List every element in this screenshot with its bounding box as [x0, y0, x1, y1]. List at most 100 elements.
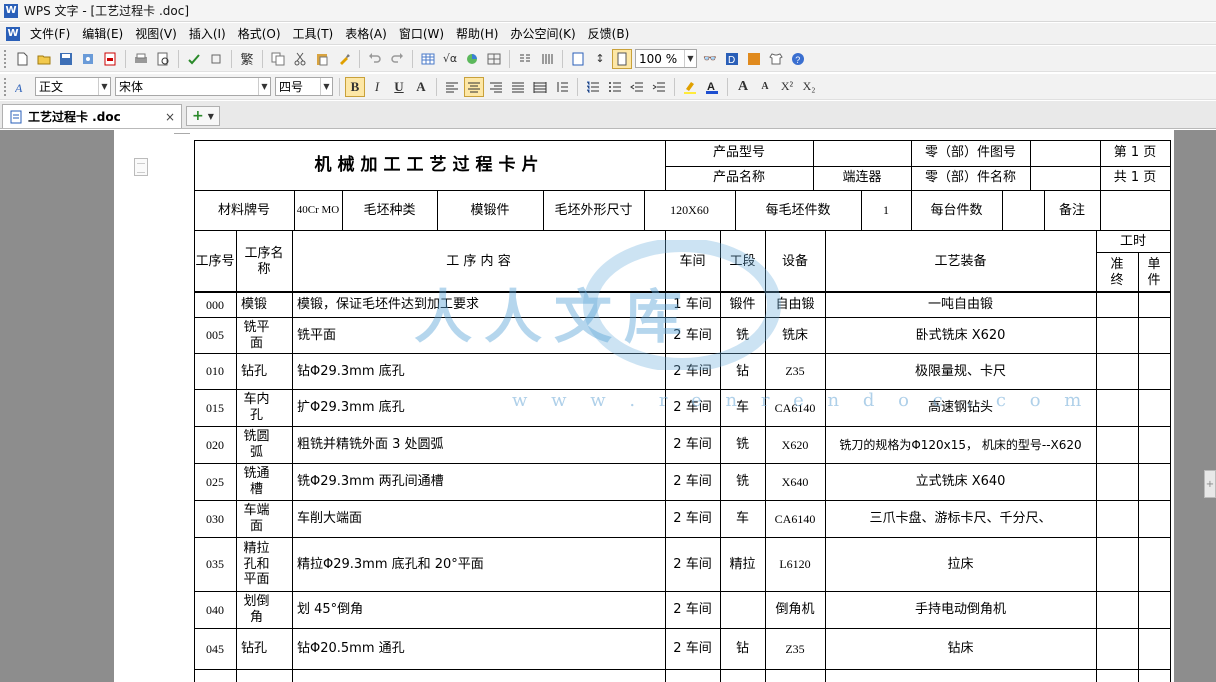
underline-button[interactable]: U	[389, 77, 409, 97]
subscript-button[interactable]: X₂	[799, 77, 819, 97]
font-color-icon: A	[706, 81, 718, 94]
format-painter-button[interactable]	[334, 49, 354, 69]
find-button[interactable]: 👓	[700, 49, 720, 69]
tshirt-button[interactable]	[766, 49, 786, 69]
numbering-button[interactable]	[583, 77, 603, 97]
row-process-no: 015	[206, 400, 224, 415]
menu-help[interactable]: 帮助(H)	[450, 25, 504, 42]
part-name-value[interactable]	[1030, 166, 1100, 190]
grid-line	[813, 140, 814, 190]
italic-button[interactable]: I	[367, 77, 387, 97]
cut-button[interactable]	[290, 49, 310, 69]
new-button[interactable]	[12, 49, 32, 69]
new-tab-button[interactable]: + ▼	[186, 106, 220, 126]
style-select[interactable]: 正文 ▼	[35, 77, 111, 96]
preview-icon	[157, 52, 169, 65]
template-button[interactable]	[744, 49, 764, 69]
menu-tools[interactable]: 工具(T)	[287, 25, 340, 42]
copy-button[interactable]	[268, 49, 288, 69]
highlight-button[interactable]	[680, 77, 700, 97]
grid-line	[194, 353, 1170, 354]
chart-button[interactable]	[462, 49, 482, 69]
toolbar-grip[interactable]	[4, 49, 8, 68]
columns-button[interactable]	[515, 49, 535, 69]
toolbar-grip[interactable]	[4, 77, 8, 96]
line-spacing-button[interactable]	[552, 77, 572, 97]
font-size-select[interactable]: 四号 ▼	[275, 77, 333, 96]
help-button[interactable]: ?	[788, 49, 808, 69]
align-center-button[interactable]	[464, 76, 484, 97]
product-name-value[interactable]: 端连器	[813, 166, 911, 190]
decrease-indent-button[interactable]	[627, 77, 647, 97]
save-button[interactable]	[56, 49, 76, 69]
undo-button[interactable]	[365, 49, 385, 69]
grid-line	[194, 669, 1170, 670]
insert-table-button[interactable]	[418, 49, 438, 69]
template-icon	[748, 52, 760, 65]
side-panel-handle[interactable]: +	[1204, 470, 1216, 498]
cut-icon	[294, 52, 306, 65]
open-button[interactable]	[34, 49, 54, 69]
grid-line	[194, 140, 1171, 141]
wps-window: W WPS 文字 - [工艺过程卡 .doc] W 文件(F) 编辑(E) 视图…	[0, 0, 1216, 682]
row-process-no: 005	[206, 328, 224, 343]
document-map-button[interactable]	[568, 49, 588, 69]
menu-feedback[interactable]: 反馈(B)	[582, 25, 636, 42]
preview-button[interactable]	[153, 49, 173, 69]
char-scale-button[interactable]: A	[411, 77, 431, 97]
remark-value[interactable]	[1100, 191, 1170, 230]
grid-button[interactable]	[484, 49, 504, 69]
justify-button[interactable]	[508, 77, 528, 97]
zoom-select[interactable]: 100 % ▼	[635, 49, 697, 68]
menu-format[interactable]: 格式(O)	[232, 25, 287, 42]
per-blank-value[interactable]: 1	[861, 191, 911, 230]
material-value[interactable]: 40Cr MO	[294, 191, 342, 230]
styles-button[interactable]: A	[12, 77, 32, 97]
font-select[interactable]: 宋体 ▼	[115, 77, 271, 96]
permission-button[interactable]	[78, 49, 98, 69]
format-button[interactable]	[206, 49, 226, 69]
row-process-name: 车内孔	[243, 392, 270, 423]
superscript-button[interactable]: X²	[777, 77, 797, 97]
spellcheck-button[interactable]	[184, 49, 204, 69]
blank-type-value[interactable]: 模锻件	[437, 191, 543, 230]
align-left-button[interactable]	[442, 77, 462, 97]
menu-insert[interactable]: 插入(I)	[183, 25, 232, 42]
redo-button[interactable]	[387, 49, 407, 69]
menu-app-icon[interactable]: W	[6, 26, 20, 41]
bullets-button[interactable]	[605, 77, 625, 97]
menu-office-space[interactable]: 办公空间(K)	[504, 25, 581, 42]
per-unit-value[interactable]	[1002, 191, 1044, 230]
blank-size-value[interactable]: 120X60	[644, 191, 735, 230]
grow-font-button[interactable]: A	[733, 77, 753, 97]
menu-window[interactable]: 窗口(W)	[393, 25, 450, 42]
traditional-button[interactable]: 繁	[237, 49, 257, 69]
menu-edit[interactable]: 编辑(E)	[76, 25, 129, 42]
row-section: 车	[735, 511, 749, 527]
page-view-button[interactable]	[612, 48, 632, 69]
bold-button[interactable]: B	[345, 76, 365, 97]
row-workshop: 2 车间	[673, 363, 712, 379]
menu-view[interactable]: 视图(V)	[129, 25, 183, 42]
menu-file[interactable]: 文件(F)	[24, 25, 76, 42]
dict-button[interactable]: D	[722, 49, 742, 69]
distribute-button[interactable]	[530, 77, 550, 97]
paste-button[interactable]	[312, 49, 332, 69]
menu-table[interactable]: 表格(A)	[339, 25, 393, 42]
document-workspace[interactable]: 机械加工工艺过程卡片 产品型号 零（部）件图号 第 1 页 产品名称 端连器 零…	[0, 130, 1216, 682]
part-number-value[interactable]	[1030, 140, 1100, 166]
formula-button[interactable]: √α	[440, 49, 460, 69]
close-tab-icon[interactable]: ×	[165, 110, 175, 124]
increase-indent-button[interactable]	[649, 77, 669, 97]
align-right-button[interactable]	[486, 77, 506, 97]
text-direction-button[interactable]	[537, 49, 557, 69]
pdf-button[interactable]	[100, 49, 120, 69]
document-tab[interactable]: 工艺过程卡 .doc ×	[2, 104, 182, 128]
product-model-value[interactable]	[813, 140, 911, 166]
show-marks-button[interactable]: ↕	[590, 49, 610, 69]
shrink-font-button[interactable]: A	[755, 77, 775, 97]
document-page[interactable]: 机械加工工艺过程卡片 产品型号 零（部）件图号 第 1 页 产品名称 端连器 零…	[114, 130, 1174, 682]
print-button[interactable]	[131, 49, 151, 69]
font-color-button[interactable]: A	[702, 77, 722, 97]
grid-line	[1096, 252, 1170, 253]
